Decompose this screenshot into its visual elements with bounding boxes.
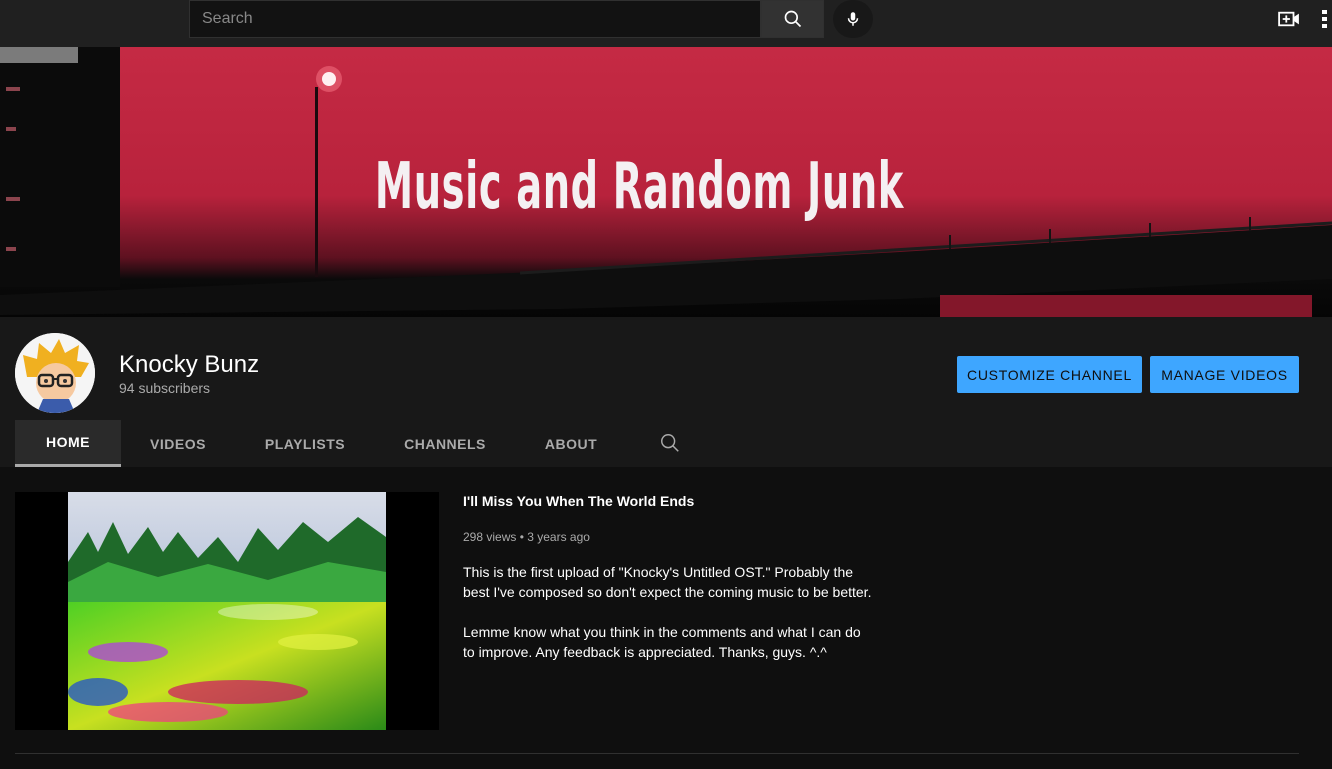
tab-about[interactable]: ABOUT bbox=[533, 420, 609, 467]
channel-search-button[interactable] bbox=[659, 432, 683, 456]
search-button[interactable] bbox=[761, 0, 824, 38]
top-bar bbox=[0, 0, 1332, 47]
create-video-icon bbox=[1278, 11, 1299, 27]
featured-video-meta: 298 views • 3 years ago bbox=[463, 530, 590, 544]
mic-icon bbox=[847, 12, 859, 26]
search-box[interactable] bbox=[189, 0, 761, 38]
channel-tabs: HOME VIDEOS PLAYLISTS CHANNELS ABOUT bbox=[15, 420, 715, 467]
channel-name: Knocky Bunz bbox=[119, 351, 260, 378]
avatar-image bbox=[15, 333, 95, 413]
featured-video-description: This is the first upload of "Knocky's Un… bbox=[463, 564, 872, 660]
subscriber-count: 94 subscribers bbox=[119, 380, 211, 396]
channel-banner: Music and Random Junk bbox=[0, 47, 1332, 317]
featured-video-title[interactable]: I'll Miss You When The World Ends bbox=[463, 493, 694, 509]
apps-icon bbox=[1322, 10, 1327, 28]
tab-playlists[interactable]: PLAYLISTS bbox=[255, 420, 355, 467]
tab-home[interactable]: HOME bbox=[15, 420, 121, 467]
tab-channels[interactable]: CHANNELS bbox=[393, 420, 497, 467]
thumbnail-image bbox=[68, 492, 386, 730]
tab-videos[interactable]: VIDEOS bbox=[134, 420, 222, 467]
banner-title: Music and Random Junk bbox=[374, 150, 904, 224]
featured-video-thumbnail[interactable] bbox=[15, 492, 439, 730]
search-icon bbox=[784, 10, 801, 28]
apps-button[interactable] bbox=[1322, 6, 1332, 32]
section-divider bbox=[15, 753, 1299, 754]
voice-search-button[interactable] bbox=[833, 0, 873, 38]
create-button[interactable] bbox=[1276, 6, 1302, 32]
search-input[interactable] bbox=[190, 1, 760, 37]
avatar[interactable] bbox=[15, 333, 95, 413]
channel-header: Knocky Bunz 94 subscribers CUSTOMIZE CHA… bbox=[0, 317, 1332, 467]
manage-videos-button[interactable]: MANAGE VIDEOS bbox=[1150, 356, 1299, 393]
search-icon bbox=[661, 434, 679, 452]
customize-channel-button[interactable]: CUSTOMIZE CHANNEL bbox=[957, 356, 1142, 393]
